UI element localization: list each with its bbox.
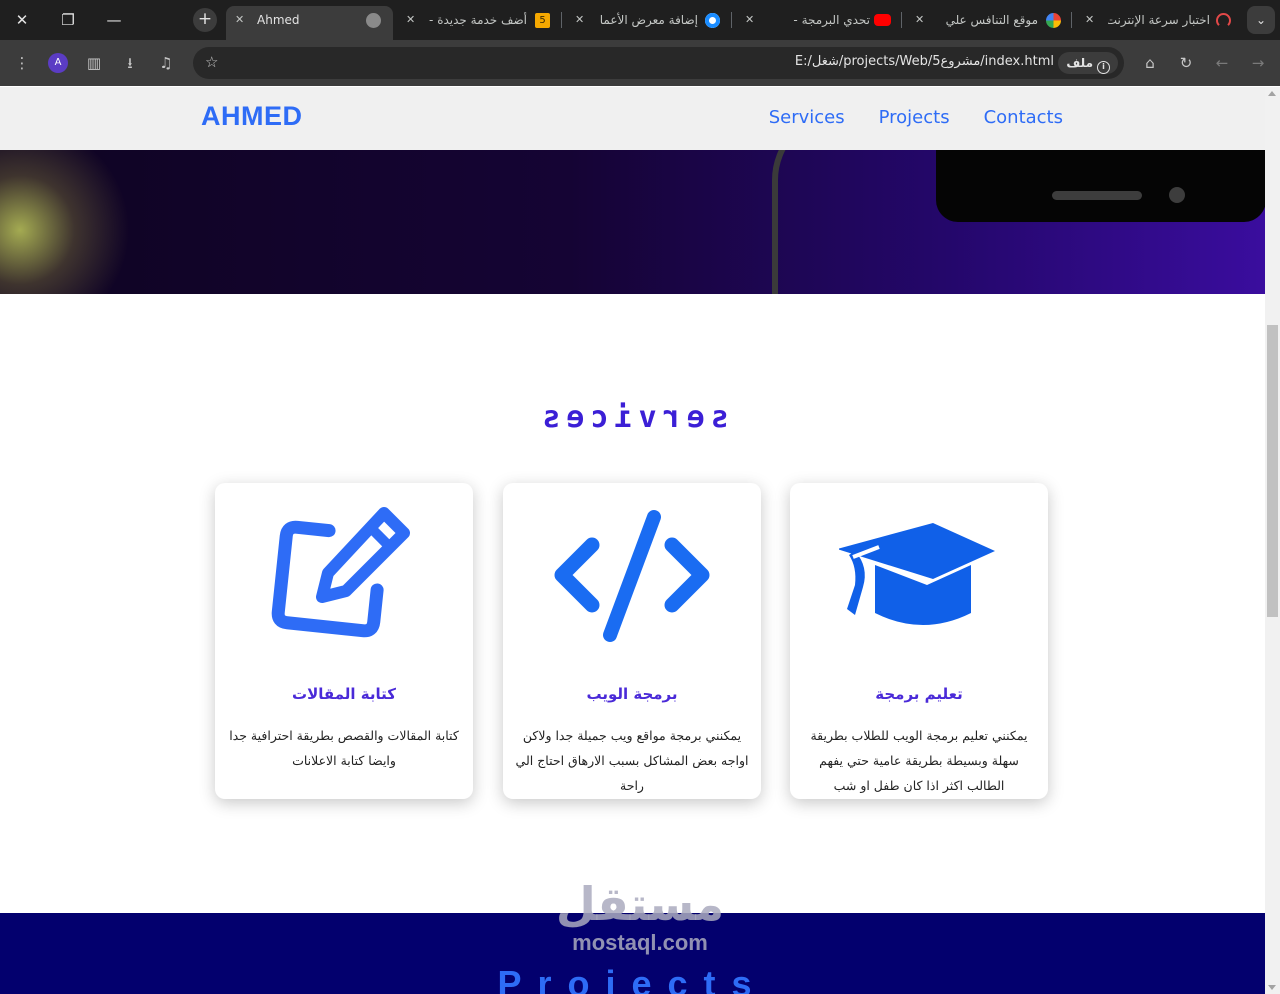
service-description: كتابة المقالات والقصص بطريقة احترافية جد… bbox=[229, 728, 459, 768]
watermark-arabic: مستقل bbox=[555, 877, 725, 931]
reload-icon[interactable]: ↻ bbox=[1175, 52, 1197, 74]
site-info-chip[interactable]: ملف i bbox=[1058, 52, 1118, 74]
side-panel-icon[interactable]: ▥ bbox=[83, 52, 105, 74]
menu-dots-icon[interactable]: ⋮ bbox=[11, 52, 33, 74]
service-title: تعليم برمجة bbox=[875, 685, 963, 703]
page-viewport: AHMED Services Projects Contacts service… bbox=[0, 87, 1265, 994]
tab-title: تحدي البرمجة - bbox=[793, 13, 870, 27]
tab-close-icon[interactable]: ✕ bbox=[575, 6, 584, 34]
service-card-web-programming: برمجة الويب يمكنني برمجة مواقع ويب جميلة… bbox=[503, 483, 761, 799]
phone-camera bbox=[1169, 187, 1185, 203]
home-icon[interactable]: ⌂ bbox=[1139, 52, 1161, 74]
address-url[interactable]: E:/شغل/projects/Web/5مشروع/index.html bbox=[795, 54, 1054, 69]
tab-ahmed[interactable]: ✕ Ahmed bbox=[226, 6, 393, 40]
tab-search-chevron-icon[interactable]: ⌄ bbox=[1247, 6, 1275, 34]
tab-close-icon[interactable]: ✕ bbox=[745, 6, 754, 34]
nav-links: Services Projects Contacts bbox=[769, 107, 1063, 128]
tab-title: أضف خدمة جديدة - bbox=[429, 13, 527, 27]
nav-link-projects[interactable]: Projects bbox=[879, 107, 950, 128]
service-title: برمجة الويب bbox=[586, 685, 678, 703]
tab-competition-site[interactable]: ✕ موقع التنافس علي bbox=[906, 6, 1066, 34]
mostaql-watermark: مستقل mostaql.com bbox=[520, 877, 760, 955]
globe-icon bbox=[366, 13, 381, 28]
tab-strip: ✕ ❐ — + ✕ Ahmed ✕ أضف خدمة جديدة - 5 ✕ إ… bbox=[0, 0, 1280, 40]
code-icon bbox=[554, 510, 710, 642]
tab-speed-test[interactable]: ✕ اختبار سرعة الإنترنت bbox=[1076, 6, 1236, 34]
page-scrollbar[interactable] bbox=[1265, 87, 1280, 994]
graduation-cap-icon bbox=[839, 523, 995, 625]
tab-close-icon[interactable]: ✕ bbox=[235, 6, 244, 34]
hero-glow bbox=[0, 150, 130, 294]
google-icon bbox=[1046, 13, 1061, 28]
site-info-label: ملف bbox=[1066, 56, 1093, 70]
speedometer-icon bbox=[1216, 13, 1231, 28]
back-arrow-icon[interactable]: → bbox=[1247, 52, 1269, 74]
tab-title: موقع التنافس علي bbox=[945, 13, 1038, 27]
info-icon: i bbox=[1097, 61, 1110, 74]
service-card-teaching: تعليم برمجة يمكنني تعليم برمجة الويب للط… bbox=[790, 483, 1048, 799]
tab-title: Ahmed bbox=[257, 13, 300, 27]
scroll-down-arrow-icon[interactable] bbox=[1268, 985, 1276, 990]
phone-notch bbox=[936, 150, 1265, 222]
tab-close-icon[interactable]: ✕ bbox=[1085, 6, 1094, 34]
service-title: كتابة المقالات bbox=[292, 685, 396, 703]
projects-heading: Projects bbox=[497, 963, 768, 994]
youtube-icon bbox=[874, 14, 891, 26]
hero-banner bbox=[0, 150, 1265, 294]
service-description: يمكنني تعليم برمجة الويب للطلاب بطريقة س… bbox=[810, 728, 1028, 793]
tab-add-service[interactable]: ✕ أضف خدمة جديدة - 5 bbox=[397, 6, 557, 34]
watermark-latin: mostaql.com bbox=[572, 930, 708, 955]
media-queue-icon[interactable]: ♫ bbox=[155, 52, 177, 74]
tab-close-icon[interactable]: ✕ bbox=[915, 6, 924, 34]
circle-icon bbox=[705, 13, 720, 28]
new-tab-button[interactable]: + bbox=[193, 8, 217, 32]
scroll-up-arrow-icon[interactable] bbox=[1268, 91, 1276, 96]
phone-speaker bbox=[1052, 191, 1142, 200]
site-navbar: AHMED Services Projects Contacts bbox=[0, 87, 1265, 150]
bookmark-star-icon[interactable]: ☆ bbox=[205, 53, 218, 71]
tab-title: إضافة معرض الأعما bbox=[599, 13, 698, 27]
window-minimize-icon[interactable]: — bbox=[102, 8, 126, 32]
downloads-icon[interactable]: ⭳ bbox=[119, 52, 141, 74]
services-heading: services bbox=[536, 400, 729, 435]
window-close-icon[interactable]: ✕ bbox=[10, 8, 34, 32]
edit-pencil-icon bbox=[271, 507, 410, 638]
service-description: يمكنني برمجة مواقع ويب جميلة جدا ولاكن ا… bbox=[515, 728, 749, 793]
nav-link-contacts[interactable]: Contacts bbox=[984, 107, 1063, 128]
service-card-articles: كتابة المقالات كتابة المقالات والقصص بطر… bbox=[215, 483, 473, 799]
nav-link-services[interactable]: Services bbox=[769, 107, 845, 128]
tab-close-icon[interactable]: ✕ bbox=[406, 6, 415, 34]
window-restore-icon[interactable]: ❐ bbox=[56, 8, 80, 32]
tab-portfolio[interactable]: ✕ إضافة معرض الأعما bbox=[566, 6, 726, 34]
five-icon: 5 bbox=[535, 13, 550, 28]
tab-title: اختبار سرعة الإنترنت bbox=[1108, 13, 1210, 27]
site-logo[interactable]: AHMED bbox=[201, 101, 303, 132]
forward-arrow-icon[interactable]: ← bbox=[1211, 52, 1233, 74]
scrollbar-thumb[interactable] bbox=[1267, 325, 1278, 617]
profile-avatar[interactable]: A bbox=[48, 53, 68, 73]
tab-programming-challenge[interactable]: ✕ تحدي البرمجة - bbox=[736, 6, 896, 34]
address-bar[interactable]: ☆ E:/شغل/projects/Web/5مشروع/index.html … bbox=[193, 47, 1124, 79]
